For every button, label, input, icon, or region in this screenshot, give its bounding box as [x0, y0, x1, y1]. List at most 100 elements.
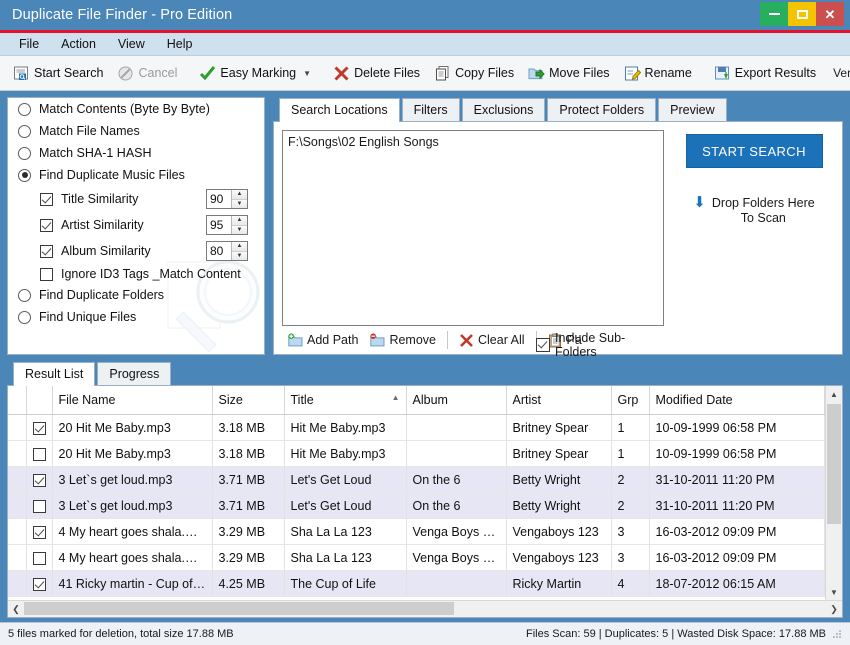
vscroll-thumb[interactable]	[827, 404, 841, 524]
tab-result-list[interactable]: Result List	[13, 362, 96, 386]
table-row[interactable]: 41 Ricky martin - Cup of life.mp34.25 MB…	[8, 570, 825, 597]
toolbar-export-results[interactable]: Export Results	[707, 63, 823, 84]
header-artist[interactable]: Artist	[506, 386, 612, 415]
table-row[interactable]: 4 My heart goes shala.mp3 3.29 MB Sha La L…	[8, 544, 825, 571]
tab-preview[interactable]: Preview	[658, 98, 727, 121]
row-spacer	[8, 570, 27, 597]
row-select-checkbox[interactable]	[26, 414, 53, 441]
toolbar-easy-marking[interactable]: Easy Marking ▼	[192, 63, 318, 84]
option-label: Title Similarity	[61, 192, 139, 206]
option-match-file-names[interactable]: Match File Names	[8, 120, 264, 142]
scroll-down-icon[interactable]: ▼	[826, 584, 842, 600]
list-item[interactable]: F:\Songs\02 English Songs	[288, 135, 658, 149]
tab-protect-folders[interactable]: Protect Folders	[547, 98, 657, 121]
header-checkbox-column[interactable]	[26, 386, 53, 415]
clear-all-label: Clear All	[477, 333, 525, 347]
add-path-button[interactable]: Add Path	[282, 331, 364, 350]
search-locations-list[interactable]: F:\Songs\02 English Songs	[282, 130, 664, 326]
scroll-up-icon[interactable]: ▲	[826, 386, 842, 402]
toolbar-start-search[interactable]: Start Search	[6, 63, 110, 84]
option-album-similarity[interactable]: Album Similarity 80 ▲ ▼	[8, 238, 264, 264]
header-modified-date[interactable]: Modified Date	[649, 386, 825, 415]
scroll-right-icon[interactable]: ❯	[826, 604, 842, 615]
stepper-down-icon[interactable]: ▼	[232, 225, 247, 234]
row-select-checkbox[interactable]	[26, 492, 53, 519]
menu-item-action[interactable]: Action	[50, 35, 107, 53]
option-ignore-id3-tags[interactable]: Ignore ID3 Tags _Match Content	[8, 264, 264, 284]
option-find-duplicate-music-files[interactable]: Find Duplicate Music Files	[8, 164, 264, 186]
results-horizontal-scrollbar[interactable]: ❮ ❯	[8, 600, 842, 617]
maximize-button[interactable]	[788, 2, 816, 26]
remove-button[interactable]: Remove	[364, 331, 442, 350]
drop-line-2: To Scan	[740, 211, 786, 225]
tab-search-locations[interactable]: Search Locations	[279, 98, 400, 122]
scroll-left-icon[interactable]: ❮	[8, 604, 24, 615]
cell-size: 3.71 MB	[212, 466, 285, 493]
row-select-checkbox[interactable]	[26, 518, 53, 545]
toolbar-copy-files[interactable]: Copy Files	[427, 63, 521, 84]
row-select-checkbox[interactable]	[26, 544, 53, 571]
title-similarity-stepper[interactable]: 90 ▲ ▼	[206, 189, 248, 209]
stepper-up-icon[interactable]: ▲	[232, 190, 247, 200]
toolbar-cancel[interactable]: Cancel	[110, 63, 184, 84]
include-subfolders-checkbox[interactable]: Include Sub-Folders	[536, 331, 664, 359]
album-similarity-stepper[interactable]: 80 ▲ ▼	[206, 241, 248, 261]
cell-modified-date: 10-09-1999 06:58 PM	[649, 414, 825, 441]
table-row[interactable]: 4 My heart goes shala.mp3 3.29 MB Sha La L…	[8, 518, 825, 545]
rename-pencil-icon	[624, 65, 641, 82]
row-select-checkbox[interactable]	[26, 466, 53, 493]
header-album[interactable]: Album	[406, 386, 507, 415]
cell-title: Sha La La 123	[284, 518, 407, 545]
header-title[interactable]: Title ▲	[284, 386, 407, 415]
stepper-buttons[interactable]: ▲ ▼	[231, 242, 247, 260]
option-label: Artist Similarity	[61, 218, 144, 232]
option-match-sha1-hash[interactable]: Match SHA-1 HASH	[8, 142, 264, 164]
menu-item-file[interactable]: File	[8, 35, 50, 53]
row-select-checkbox[interactable]	[26, 440, 53, 467]
tab-filters[interactable]: Filters	[401, 98, 460, 121]
table-row[interactable]: 3 Let`s get loud.mp3 3.71 MB Let's Get Lou…	[8, 466, 825, 493]
locations-actions: Add Path Remove Clear All Pa Include Sub…	[282, 326, 664, 359]
header-file-name[interactable]: File Name	[52, 386, 213, 415]
option-match-contents[interactable]: Match Contents (Byte By Byte)	[8, 98, 264, 120]
menu-item-view[interactable]: View	[107, 35, 156, 53]
stepper-down-icon[interactable]: ▼	[232, 251, 247, 260]
header-size[interactable]: Size	[212, 386, 285, 415]
chevron-down-icon[interactable]: ▼	[303, 69, 311, 78]
option-find-unique-files[interactable]: Find Unique Files	[8, 306, 264, 328]
vscroll-track[interactable]	[826, 402, 842, 584]
tab-exclusions[interactable]: Exclusions	[461, 98, 546, 121]
checkbox-icon	[40, 267, 53, 281]
clear-all-button[interactable]: Clear All	[453, 331, 531, 350]
table-row[interactable]: 3 Let`s get loud.mp3 3.71 MB Let's Get Lou…	[8, 492, 825, 519]
results-vertical-scrollbar[interactable]: ▲ ▼	[825, 386, 842, 600]
header-grp[interactable]: Grp	[611, 386, 650, 415]
toolbar-move-files[interactable]: Move Files	[521, 63, 616, 84]
stepper-buttons[interactable]: ▲ ▼	[231, 190, 247, 208]
table-row[interactable]: 20 Hit Me Baby.mp3 3.18 MB Hit Me Baby.mp3…	[8, 440, 825, 467]
toolbar-delete-files[interactable]: Delete Files	[326, 63, 427, 84]
toolbar-rename[interactable]: Rename	[617, 63, 699, 84]
stepper-down-icon[interactable]: ▼	[232, 199, 247, 208]
option-artist-similarity[interactable]: Artist Similarity 95 ▲ ▼	[8, 212, 264, 238]
menu-item-help[interactable]: Help	[156, 35, 204, 53]
start-search-button[interactable]: START SEARCH	[685, 134, 823, 168]
tab-progress[interactable]: Progress	[97, 362, 172, 385]
artist-similarity-stepper[interactable]: 95 ▲ ▼	[206, 215, 248, 235]
cell-size: 3.18 MB	[212, 414, 285, 441]
close-button[interactable]: ✕	[816, 2, 844, 26]
cell-title: Hit Me Baby.mp3	[284, 414, 407, 441]
stepper-up-icon[interactable]: ▲	[232, 242, 247, 252]
resize-grip-icon[interactable]	[832, 629, 842, 639]
cell-album	[406, 414, 507, 441]
hscroll-track[interactable]	[24, 601, 826, 617]
stepper-up-icon[interactable]: ▲	[232, 216, 247, 226]
option-title-similarity[interactable]: Title Similarity 90 ▲ ▼	[8, 186, 264, 212]
minimize-button[interactable]	[760, 2, 788, 26]
stepper-buttons[interactable]: ▲ ▼	[231, 216, 247, 234]
row-select-checkbox[interactable]	[26, 570, 53, 597]
table-row[interactable]: 20 Hit Me Baby.mp3 3.18 MB Hit Me Baby.mp3…	[8, 414, 825, 441]
radio-icon	[18, 310, 31, 324]
option-find-duplicate-folders[interactable]: Find Duplicate Folders	[8, 284, 264, 306]
hscroll-thumb[interactable]	[24, 602, 454, 615]
